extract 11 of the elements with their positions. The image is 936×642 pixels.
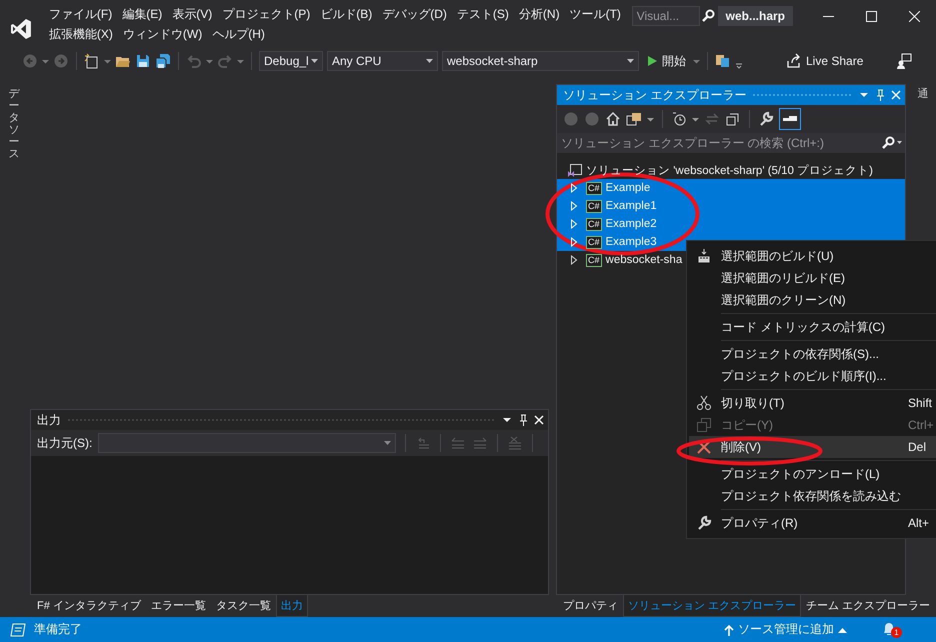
window-title: web...harp xyxy=(718,6,793,26)
panel-title: ソリューション エクスプローラー xyxy=(563,86,746,104)
panel-title: 出力 xyxy=(37,412,61,428)
status-text: 準備完了 xyxy=(34,621,82,638)
language-badge: C# xyxy=(586,200,602,212)
language-badge: C# xyxy=(586,218,602,230)
language-badge: C# xyxy=(586,254,602,266)
output-source-label: 出力元(S): xyxy=(37,434,92,452)
language-badge: C# xyxy=(586,182,602,194)
notification-badge: 1 xyxy=(891,626,902,638)
language-badge: C# xyxy=(586,236,602,248)
